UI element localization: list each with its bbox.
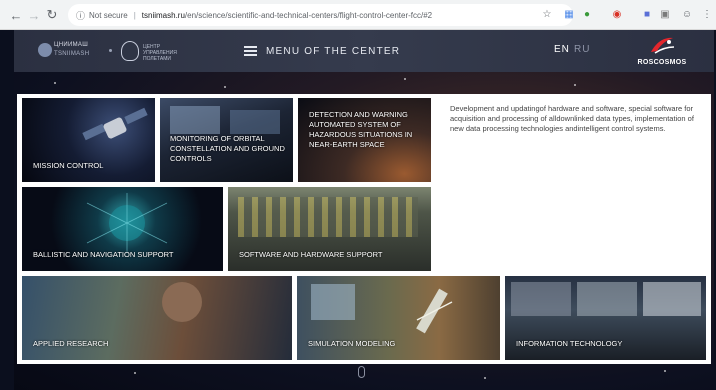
center-menu-button[interactable]: MENU OF THE CENTER (244, 43, 400, 59)
tile-detection[interactable]: DETECTION AND WARNING AUTOMATED SYSTEM O… (298, 98, 431, 182)
tile-software[interactable]: SOFTWARE AND HARDWARE SUPPORT (228, 187, 431, 271)
forward-arrow-icon[interactable]: → (24, 5, 44, 25)
url-separator: | (133, 10, 136, 20)
location-pin-icon[interactable]: ◉ (610, 7, 624, 21)
direction-description: Development and updatingof hardware and … (450, 104, 694, 133)
reload-icon[interactable]: ↻ (42, 5, 62, 25)
scroll-indicator[interactable] (358, 366, 365, 378)
info-icon[interactable]: ⓘ (76, 9, 85, 22)
fcc-logo[interactable]: ЦЕНТР УПРАВЛЕНИЯ ПОЛЕТАМИ (121, 40, 181, 62)
tile-ballistic[interactable]: BALLISTIC AND NAVIGATION SUPPORT (22, 187, 223, 271)
address-bar[interactable]: ⓘ Not secure | tsniimash.ru /en/science/… (68, 4, 573, 26)
tile-label: DETECTION AND WARNING AUTOMATED SYSTEM O… (309, 110, 413, 149)
roscosmos-mark-icon (651, 37, 675, 54)
star-dot (224, 86, 226, 88)
menu-label: MENU OF THE CENTER (266, 45, 401, 57)
roscosmos-label: ROSCOSMOS (637, 59, 687, 66)
display-wall-image (643, 282, 701, 316)
security-label: Not secure (89, 10, 128, 20)
extension-leaf-icon[interactable]: ● (580, 7, 594, 21)
site-header: ЦНИИМАШ TSNIIMASH ЦЕНТР УПРАВЛЕНИЯ ПОЛЕТ… (14, 30, 714, 72)
tile-label: SIMULATION MODELING (308, 339, 396, 348)
back-arrow-icon[interactable]: ← (6, 5, 26, 25)
url-path: /en/science/scientific-and-technical-cen… (184, 10, 433, 20)
tsniimash-logo-line2: TSNIIMASH (54, 51, 90, 57)
kebab-menu-icon[interactable]: ⋮ (700, 7, 714, 21)
tsniimash-logo-line1: ЦНИИМАШ (54, 42, 88, 48)
fcc-logo-text: ЦЕНТР УПРАВЛЕНИЯ ПОЛЕТАМИ (143, 44, 177, 62)
lang-en-link[interactable]: EN (554, 44, 570, 55)
star-dot (134, 372, 136, 374)
simulation-screen-image (311, 284, 355, 320)
spacecraft-icon (82, 107, 148, 141)
rocket-icon (416, 288, 453, 334)
star-dot (664, 370, 666, 372)
hamburger-icon (244, 46, 257, 56)
star-dot (574, 84, 576, 86)
logo-separator (109, 49, 112, 52)
monitor-screen-image (230, 110, 280, 134)
fcc-emblem-icon (121, 41, 139, 61)
tile-label: INFORMATION TECHNOLOGY (516, 339, 623, 348)
researcher-image (162, 282, 202, 322)
extension-icon[interactable]: ■ (640, 7, 654, 21)
display-wall-image (577, 282, 637, 316)
star-dot (404, 78, 406, 80)
lang-ru-link[interactable]: RU (574, 44, 590, 55)
tile-simulation[interactable]: SIMULATION MODELING (297, 276, 500, 360)
tile-label: MISSION CONTROL (33, 161, 104, 170)
tile-applied-research[interactable]: APPLIED RESEARCH (22, 276, 292, 360)
star-dot (484, 377, 486, 379)
star-icon[interactable]: ☆ (540, 7, 554, 21)
tile-mission-control[interactable]: MISSION CONTROL (22, 98, 155, 182)
translate-icon[interactable]: ▦ (562, 7, 576, 21)
star-dot (54, 82, 56, 84)
tile-information-technology[interactable]: INFORMATION TECHNOLOGY (505, 276, 706, 360)
globe-network-icon (86, 193, 168, 253)
tile-monitoring[interactable]: MONITORING OF ORBITAL CONSTELLATION AND … (160, 98, 293, 182)
tile-label: APPLIED RESEARCH (33, 339, 109, 348)
monitor-screen-image (170, 106, 220, 134)
tile-label: SOFTWARE AND HARDWARE SUPPORT (239, 250, 383, 259)
browser-toolbar: ← → ↻ ⓘ Not secure | tsniimash.ru /en/sc… (0, 0, 716, 30)
profile-icon[interactable]: ☺ (680, 7, 694, 21)
roscosmos-logo[interactable]: ROSCOSMOS (632, 33, 692, 71)
tsniimash-emblem-icon (38, 43, 52, 57)
display-wall-image (511, 282, 571, 316)
tile-label: BALLISTIC AND NAVIGATION SUPPORT (33, 250, 174, 259)
server-racks-image (238, 197, 418, 237)
directions-panel: MISSION CONTROL MONITORING OF ORBITAL CO… (17, 94, 711, 364)
tile-label: MONITORING OF ORBITAL CONSTELLATION AND … (170, 134, 285, 163)
url-host: tsniimash.ru (141, 10, 185, 20)
extension-grey-icon[interactable]: ▣ (658, 7, 672, 21)
tsniimash-logo[interactable]: ЦНИИМАШ TSNIIMASH (38, 40, 94, 62)
